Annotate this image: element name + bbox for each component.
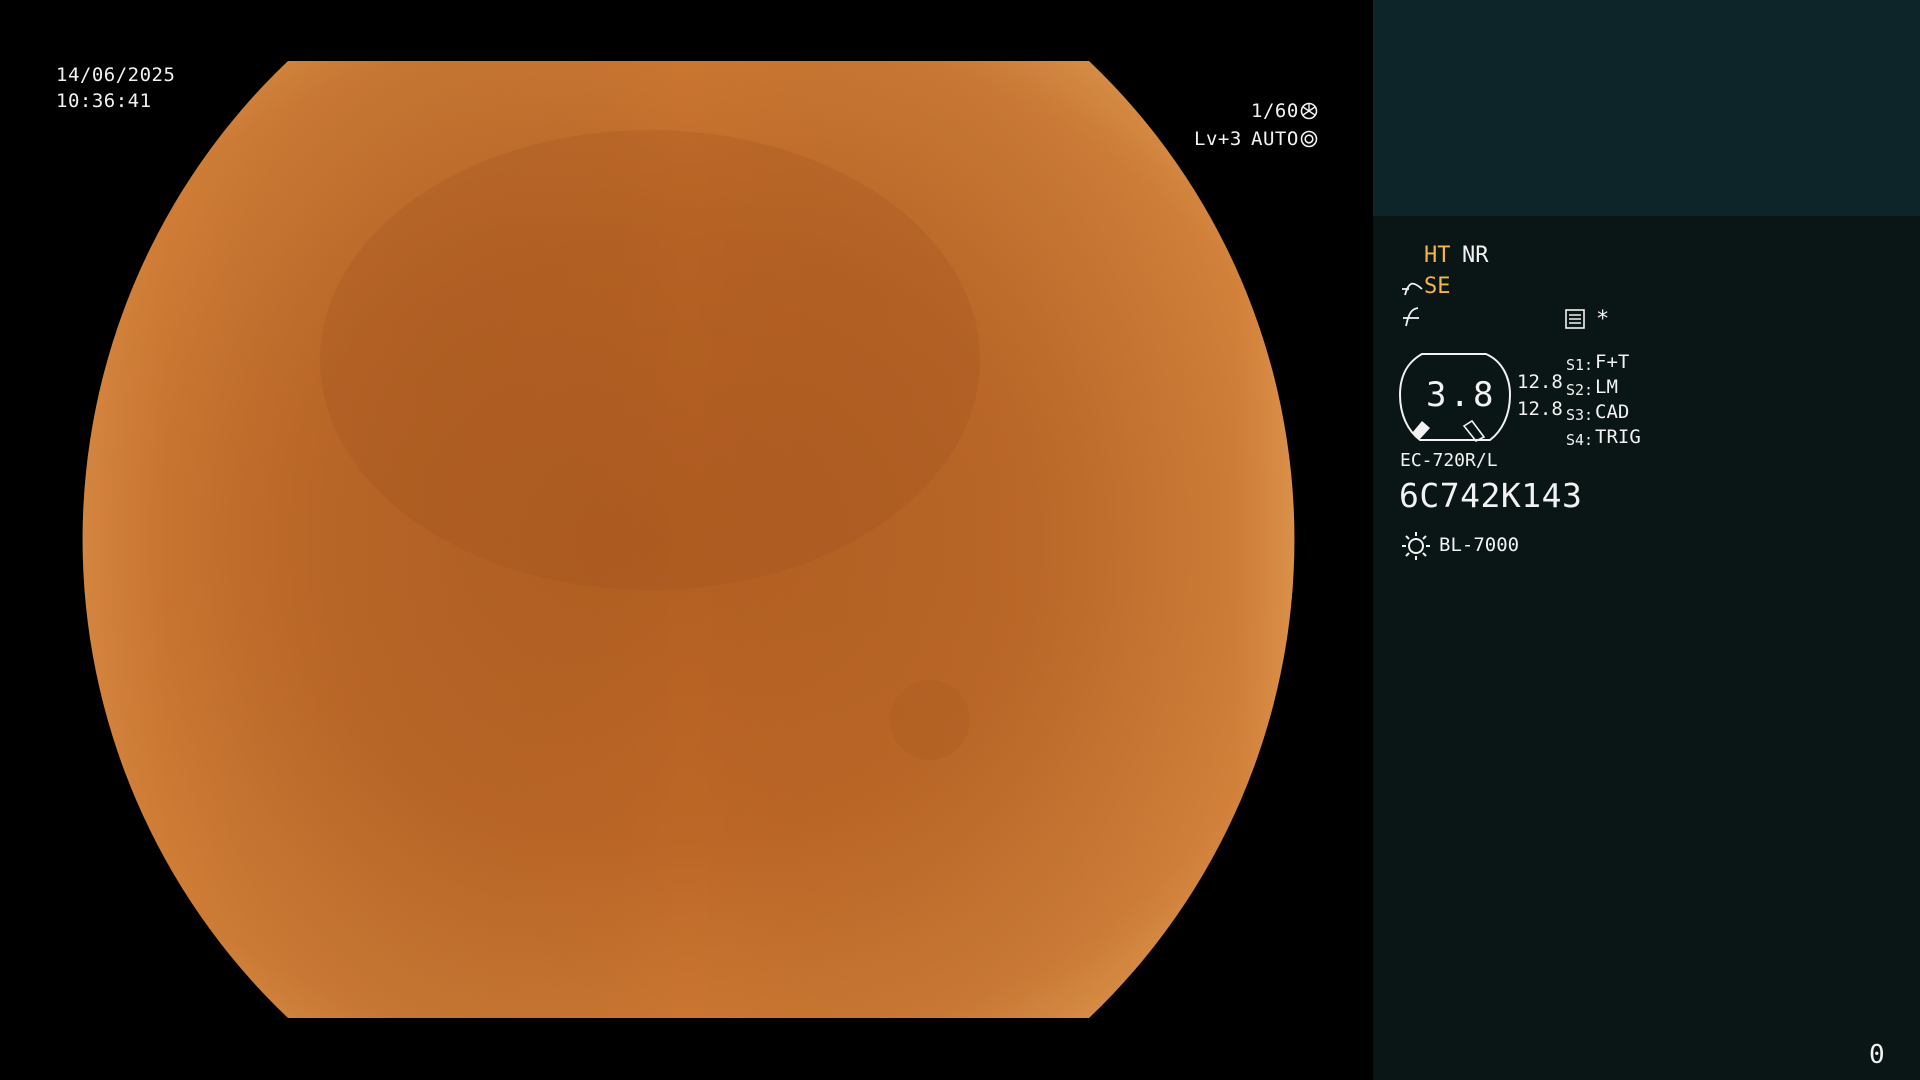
image-counter: 0 — [1869, 1040, 1885, 1070]
switch-value: LM — [1595, 376, 1618, 398]
menu-settings-icon — [1565, 309, 1585, 329]
status-panel: HT NR SE * 3.8 12.8 12.8 S1: F+T S2: LM … — [1373, 0, 1920, 1080]
switch-value: CAD — [1595, 401, 1630, 423]
enhancement-icon — [1401, 279, 1423, 299]
light-source-model: BL-7000 — [1439, 534, 1520, 556]
osd-time: 10:36:41 — [56, 90, 152, 112]
channel-value-top: 12.8 — [1517, 371, 1563, 393]
switch-key: S3: — [1566, 406, 1594, 424]
osd-iris-mode: AUTO — [1251, 128, 1299, 150]
endoscope-view-pane: 14/06/2025 10:36:41 1/60 Lv+3 AUTO — [0, 0, 1373, 1080]
switch-value: TRIG — [1595, 426, 1641, 448]
osd-shutter-speed: 1/60 — [1251, 100, 1299, 122]
ht-indicator: HT — [1424, 243, 1451, 268]
shutter-icon — [1300, 102, 1318, 120]
asterisk-indicator: * — [1596, 307, 1610, 332]
thumbnail-area — [1373, 0, 1920, 216]
scope-model: EC-720R/L — [1400, 450, 1498, 471]
se-indicator: SE — [1424, 274, 1451, 299]
scope-diameter-value: 3.8 — [1426, 375, 1497, 415]
iris-icon — [1300, 130, 1318, 148]
osd-brightness-level: Lv+3 — [1194, 128, 1242, 150]
osd-date: 14/06/2025 — [56, 64, 176, 86]
switch-key: S1: — [1566, 356, 1594, 374]
switch-key: S4: — [1566, 431, 1594, 449]
channel-value-bottom: 12.8 — [1517, 398, 1563, 420]
light-source-icon — [1401, 531, 1431, 561]
switch-value: F+T — [1595, 351, 1630, 373]
tone-curve-icon — [1401, 306, 1421, 328]
nr-indicator: NR — [1462, 243, 1489, 268]
scope-serial: 6C742K143 — [1399, 476, 1583, 515]
endoscope-image — [82, 61, 1295, 1018]
switch-key: S2: — [1566, 381, 1594, 399]
